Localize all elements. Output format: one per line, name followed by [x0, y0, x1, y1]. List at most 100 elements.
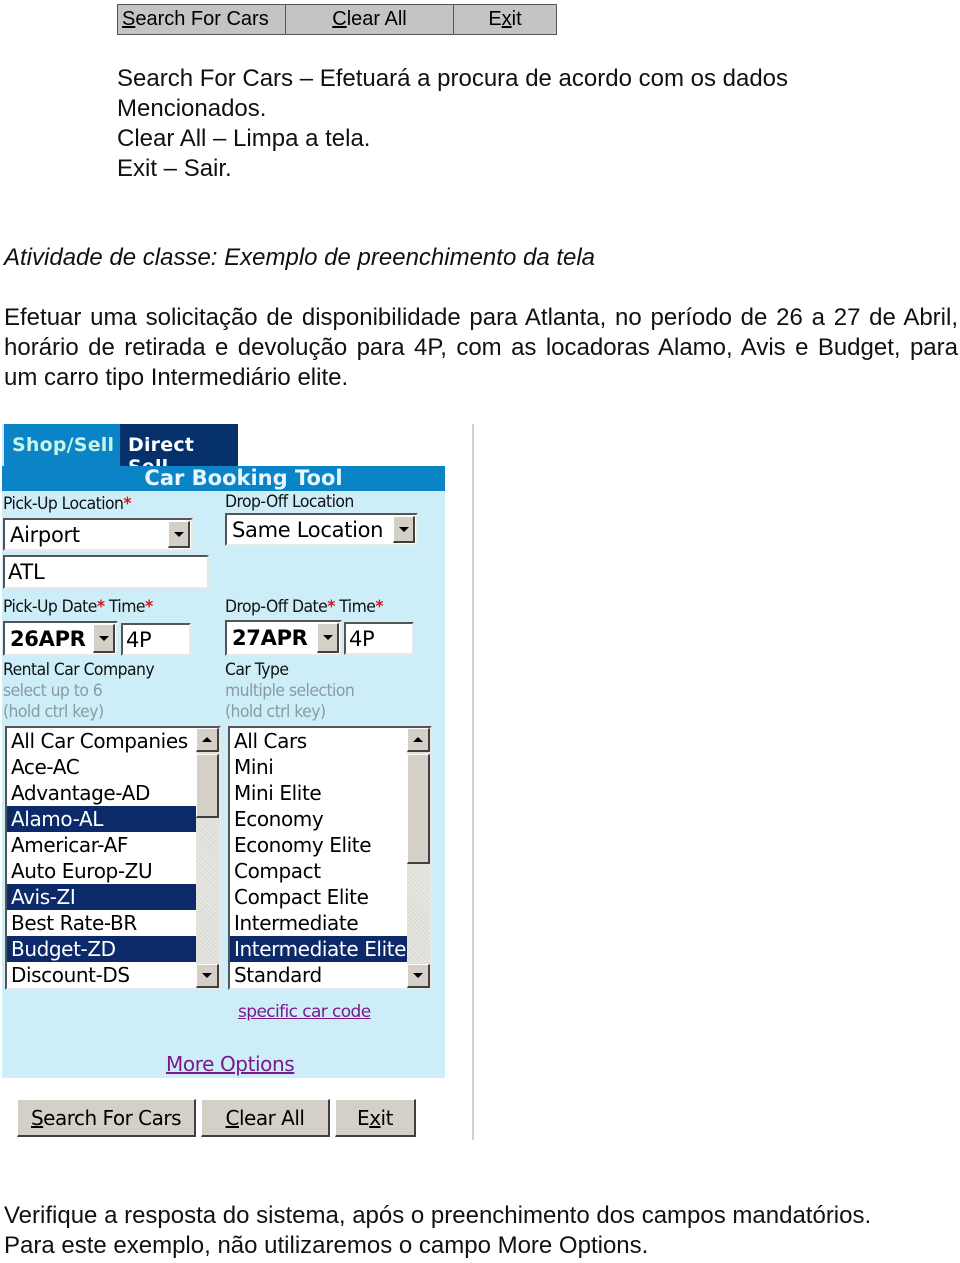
pickup-date-select[interactable]: 26APR	[3, 621, 118, 656]
pickup-time-input[interactable]: 4P	[121, 623, 191, 656]
car-type-option[interactable]: Economy Elite	[230, 832, 407, 858]
top-toolbar: Search For Cars Clear All Ex it	[117, 4, 557, 35]
car-type-option[interactable]: Mini	[230, 754, 407, 780]
mnemonic: C	[332, 8, 347, 30]
select-value: Same Location	[232, 517, 384, 542]
pickup-location-type-select[interactable]: Airport	[3, 518, 193, 551]
dropoff-date-time-label: Drop-Off Date* Time*	[225, 597, 384, 617]
rental-company-option[interactable]: All Car Companies	[7, 728, 196, 754]
search-for-cars-button[interactable]: Search For Cars	[17, 1099, 196, 1137]
pickup-date-time-label: Pick-Up Date* Time*	[3, 597, 153, 617]
rental-company-option[interactable]: Best Rate-BR	[7, 910, 196, 936]
tab-shop-sell[interactable]: Shop/Sell	[2, 424, 120, 466]
chevron-down-icon	[98, 635, 109, 641]
booking-tabs: Shop/Sell Direct Sell	[2, 424, 238, 478]
rental-company-option[interactable]: Alamo-AL	[7, 806, 196, 832]
scroll-thumb[interactable]	[407, 754, 430, 864]
rental-company-option[interactable]: Americar-AF	[7, 832, 196, 858]
label-text: Drop-Off Date	[225, 597, 328, 617]
label-text: Time	[339, 597, 376, 617]
label-text: Pick-Up Date	[3, 597, 97, 617]
rental-company-hint-ctrl: (hold ctrl key)	[3, 702, 104, 722]
clear-all-button-top[interactable]: Clear All	[286, 5, 454, 34]
rental-company-option[interactable]: Ace-AC	[7, 754, 196, 780]
car-booking-tool-title: Car Booking Tool	[2, 466, 445, 491]
dropdown-button[interactable]	[168, 521, 190, 548]
required-asterisk: *	[144, 597, 153, 617]
button-label: lear All	[346, 8, 407, 30]
car-type-option[interactable]: Compact	[230, 858, 407, 884]
rental-company-option[interactable]: Auto Europ-ZU	[7, 858, 196, 884]
scroll-up-button[interactable]	[196, 728, 219, 752]
required-asterisk: *	[375, 597, 383, 617]
dropoff-time-input[interactable]: 4P	[344, 622, 414, 655]
button-label: lear All	[238, 1105, 305, 1130]
car-type-option[interactable]: All Cars	[230, 728, 407, 754]
label-text: Time	[108, 597, 146, 617]
scroll-up-button[interactable]	[407, 728, 430, 752]
rental-company-option[interactable]: Advantage-AD	[7, 780, 196, 806]
rental-company-items: All Car Companies Ace-AC Advantage-AD Alamo…	[7, 728, 196, 988]
scroll-down-button[interactable]	[196, 964, 219, 988]
chevron-down-icon	[398, 526, 409, 532]
exit-button[interactable]: Ex it	[335, 1099, 416, 1137]
button-label: earch For Cars	[135, 8, 269, 30]
more-options-link[interactable]: More Options	[166, 1052, 295, 1076]
car-type-option[interactable]: Mini Elite	[230, 780, 407, 806]
rental-company-listbox[interactable]: All Car Companies Ace-AC Advantage-AD Alamo…	[5, 726, 221, 990]
car-type-listbox[interactable]: All Cars Mini Mini Elite Economy Economy Eli…	[228, 726, 432, 990]
car-type-option[interactable]: Intermediate Elite	[230, 936, 407, 962]
pickup-location-code-input[interactable]: ATL	[3, 555, 209, 589]
mnemonic: S	[30, 1105, 44, 1130]
chevron-up-icon	[202, 737, 212, 742]
dropoff-date-select[interactable]: 27APR	[225, 620, 342, 656]
scroll-thumb[interactable]	[196, 754, 219, 818]
button-label: E	[488, 8, 502, 30]
button-label: it	[380, 1105, 394, 1130]
car-type-hint: multiple selection	[225, 681, 355, 701]
select-value: Airport	[10, 522, 80, 547]
rental-company-label: Rental Car Company	[3, 660, 155, 680]
dropoff-location-select[interactable]: Same Location	[225, 513, 418, 546]
required-asterisk: *	[327, 597, 335, 617]
car-type-option[interactable]: Economy	[230, 806, 407, 832]
dropdown-button[interactable]	[317, 623, 339, 653]
select-value: 26APR	[10, 626, 86, 651]
required-asterisk: *	[96, 597, 105, 617]
chevron-down-icon	[322, 635, 333, 640]
rental-company-hint: select up to 6	[3, 681, 103, 701]
mnemonic: x	[501, 8, 512, 30]
search-for-cars-button-top[interactable]: Search For Cars	[118, 5, 286, 34]
tab-direct-sell[interactable]: Direct Sell	[120, 424, 238, 478]
clear-all-button[interactable]: Clear All	[201, 1099, 330, 1137]
exit-button-top[interactable]: Ex it	[454, 5, 556, 34]
dropdown-button[interactable]	[393, 516, 415, 543]
rental-company-option[interactable]: Budget-ZD	[7, 936, 196, 962]
mnemonic: C	[225, 1105, 240, 1130]
description-line: Mencionados.	[117, 95, 267, 122]
car-type-option[interactable]: Intermediate	[230, 910, 407, 936]
specific-car-code-link[interactable]: specific car code	[238, 1002, 371, 1022]
activity-instruction: Efetuar uma solicitação de disponibilida…	[4, 304, 958, 391]
rental-company-option[interactable]: Avis-ZI	[7, 884, 196, 910]
button-label: earch For Cars	[43, 1105, 182, 1130]
label-text: Pick-Up Location	[3, 494, 124, 514]
rental-company-option[interactable]: Discount-DS	[7, 962, 196, 988]
required-asterisk: *	[123, 494, 132, 514]
rental-company-scrollbar[interactable]	[196, 728, 219, 988]
car-type-scrollbar[interactable]	[407, 728, 430, 988]
footer-line: Para este exemplo, não utilizaremos o ca…	[4, 1232, 649, 1259]
scroll-down-button[interactable]	[407, 964, 430, 988]
car-type-option[interactable]: Standard	[230, 962, 407, 988]
pickup-location-label: Pick-Up Location*	[3, 494, 132, 514]
car-type-option[interactable]: Compact Elite	[230, 884, 407, 910]
chevron-up-icon	[413, 737, 423, 742]
car-type-hint-ctrl: (hold ctrl key)	[225, 702, 326, 722]
dropdown-button[interactable]	[93, 624, 115, 653]
select-value: 27APR	[232, 626, 308, 650]
car-type-label: Car Type	[225, 660, 289, 680]
chevron-down-icon	[202, 973, 212, 978]
description-line: Exit – Sair.	[117, 155, 232, 182]
footer-line: Verifique a resposta do sistema, após o …	[4, 1202, 872, 1229]
booking-action-buttons: Search For Cars Clear All Ex it	[17, 1099, 416, 1137]
